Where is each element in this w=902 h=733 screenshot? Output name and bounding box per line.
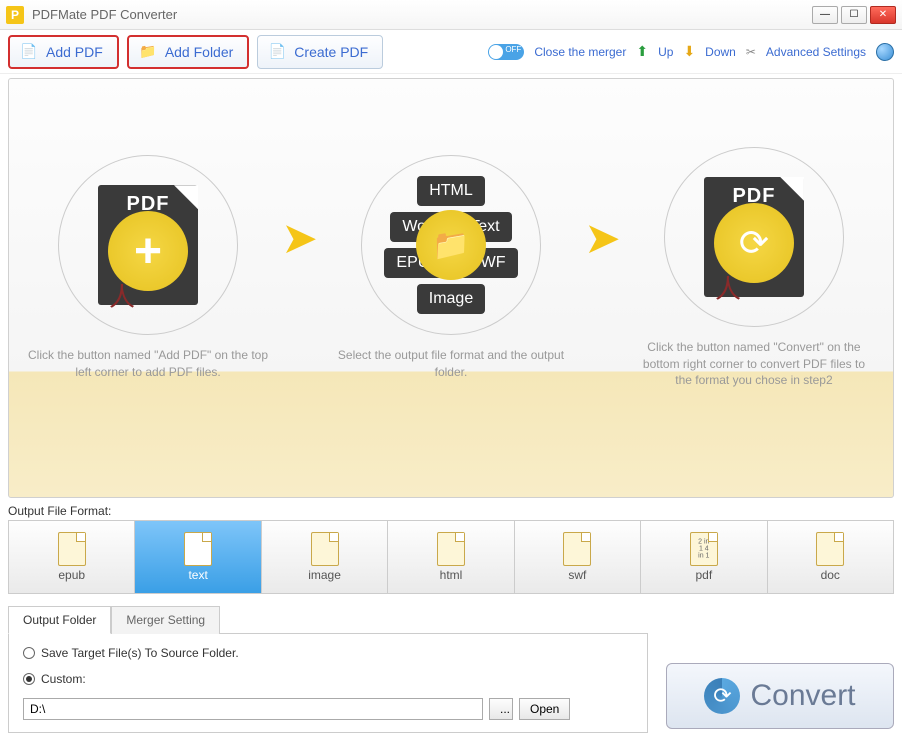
- browse-button[interactable]: ...: [489, 698, 513, 720]
- settings-icon[interactable]: ✂: [746, 45, 756, 59]
- radio-save-source[interactable]: Save Target File(s) To Source Folder.: [23, 646, 633, 660]
- format-epub[interactable]: epub: [9, 521, 135, 593]
- tab-merger-setting[interactable]: Merger Setting: [111, 606, 220, 634]
- open-button[interactable]: Open: [519, 698, 570, 720]
- folder-circle-icon: 📁: [416, 210, 486, 280]
- maximize-button[interactable]: ☐: [841, 6, 867, 24]
- minimize-button[interactable]: —: [812, 6, 838, 24]
- output-format-label: Output File Format:: [8, 504, 902, 518]
- down-label[interactable]: Down: [705, 45, 736, 59]
- step-3: PDF ⟳ 人 Click the button named "Convert"…: [629, 147, 879, 389]
- step-2: HTML Word Text EPUB SWF Image 📁 Select t…: [326, 155, 576, 381]
- arrow-2-icon: ➤: [584, 213, 621, 264]
- format-doc[interactable]: doc: [768, 521, 893, 593]
- close-merger-toggle[interactable]: [488, 44, 524, 60]
- add-pdf-label: Add PDF: [46, 44, 103, 60]
- add-pdf-icon: 📄: [18, 43, 40, 61]
- radio-custom-label: Custom:: [41, 672, 86, 686]
- add-folder-label: Add Folder: [165, 44, 233, 60]
- toolbar: 📄 Add PDF 📁 Add Folder 📄 Create PDF Clos…: [0, 30, 902, 74]
- radio-custom[interactable]: Custom:: [23, 672, 633, 686]
- step-1: PDF + 人 Click the button named "Add PDF"…: [23, 155, 273, 381]
- output-format-strip: epub text image html swf 2 in 1 4 in 1pd…: [8, 520, 894, 594]
- advanced-settings-label[interactable]: Advanced Settings: [766, 45, 866, 59]
- create-pdf-label: Create PDF: [294, 44, 368, 60]
- create-pdf-button[interactable]: 📄 Create PDF: [257, 35, 383, 69]
- fmt-html: HTML: [417, 176, 485, 206]
- add-pdf-button[interactable]: 📄 Add PDF: [8, 35, 119, 69]
- fmt-image: Image: [417, 284, 485, 314]
- convert-icon: ⟳: [704, 678, 740, 714]
- adobe-icon-2: 人: [715, 269, 741, 306]
- convert-label: Convert: [750, 679, 855, 713]
- up-arrow-icon[interactable]: ⬆: [636, 43, 648, 60]
- up-label[interactable]: Up: [658, 45, 673, 59]
- app-logo-icon: P: [6, 6, 24, 24]
- format-pdf[interactable]: 2 in 1 4 in 1pdf: [641, 521, 767, 593]
- down-arrow-icon[interactable]: ⬇: [683, 43, 695, 60]
- step-3-text: Click the button named "Convert" on the …: [629, 339, 879, 389]
- add-folder-icon: 📁: [137, 43, 159, 61]
- app-title: PDFMate PDF Converter: [32, 7, 812, 22]
- create-pdf-icon: 📄: [266, 43, 288, 61]
- adobe-icon: 人: [109, 277, 135, 314]
- format-swf[interactable]: swf: [515, 521, 641, 593]
- main-illustration: PDF + 人 Click the button named "Add PDF"…: [8, 78, 894, 498]
- titlebar: P PDFMate PDF Converter — ☐ ✕: [0, 0, 902, 30]
- format-image[interactable]: image: [262, 521, 388, 593]
- radio-save-source-label: Save Target File(s) To Source Folder.: [41, 646, 239, 660]
- radio-save-source-icon: [23, 647, 35, 659]
- step-2-text: Select the output file format and the ou…: [326, 347, 576, 381]
- format-html[interactable]: html: [388, 521, 514, 593]
- arrow-1-icon: ➤: [281, 213, 318, 264]
- output-path-input[interactable]: [23, 698, 483, 720]
- format-text[interactable]: text: [135, 521, 261, 593]
- close-button[interactable]: ✕: [870, 6, 896, 24]
- add-folder-button[interactable]: 📁 Add Folder: [127, 35, 249, 69]
- globe-icon[interactable]: [876, 43, 894, 61]
- step-1-text: Click the button named "Add PDF" on the …: [23, 347, 273, 381]
- tab-output-folder[interactable]: Output Folder: [8, 606, 111, 634]
- output-folder-panel: Save Target File(s) To Source Folder. Cu…: [8, 633, 648, 733]
- bottom-panel: Output Folder Merger Setting Save Target…: [8, 606, 894, 733]
- convert-button[interactable]: ⟳ Convert: [666, 663, 894, 729]
- close-merger-label[interactable]: Close the merger: [534, 45, 626, 59]
- radio-custom-icon: [23, 673, 35, 685]
